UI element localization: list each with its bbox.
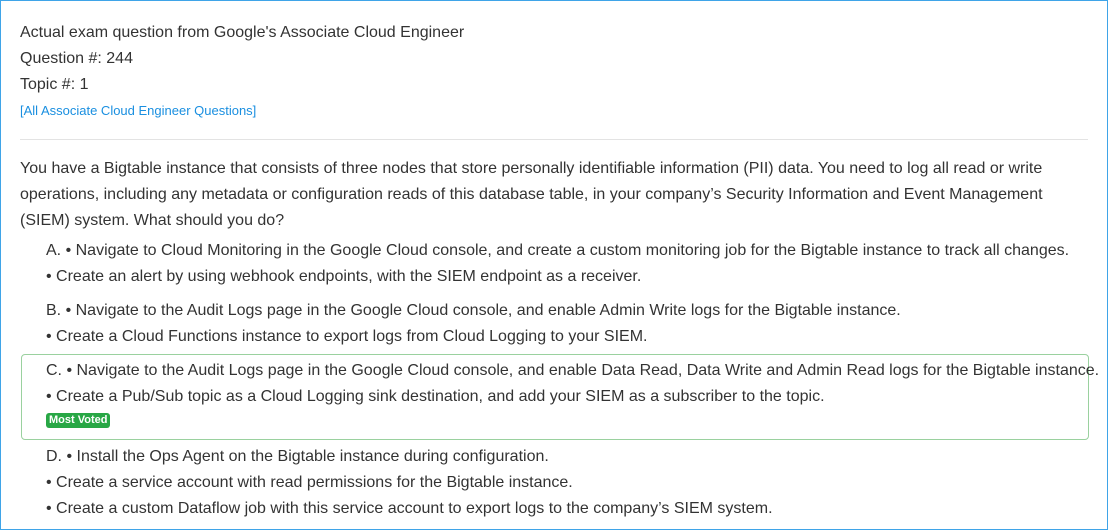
topic-number: Topic #: 1 [20, 76, 89, 93]
choice-b[interactable]: B. • Navigate to the Audit Logs page in … [21, 297, 1089, 351]
choice-d[interactable]: D. • Install the Ops Agent on the Bigtab… [21, 443, 1089, 523]
all-questions-link[interactable]: [All Associate Cloud Engineer Questions] [20, 98, 256, 124]
question-header: Actual exam question from Google's Assoc… [20, 20, 464, 124]
most-voted-badge: Most Voted [46, 413, 111, 428]
choice-b-line-1: B. • Navigate to the Audit Logs page in … [46, 302, 901, 319]
divider [20, 139, 1088, 140]
choice-b-line-2: • Create a Cloud Functions instance to e… [46, 328, 648, 345]
choice-a-line-1: A. • Navigate to Cloud Monitoring in the… [46, 242, 1070, 259]
choice-a-line-2: • Create an alert by using webhook endpo… [46, 268, 642, 285]
choice-c[interactable]: C. • Navigate to the Audit Logs page in … [21, 354, 1100, 440]
choice-d-line-1: D. • Install the Ops Agent on the Bigtab… [46, 448, 549, 465]
question-number: Question #: 244 [20, 50, 133, 67]
choice-a[interactable]: A. • Navigate to Cloud Monitoring in the… [21, 237, 1089, 291]
exam-title: Actual exam question from Google's Assoc… [20, 24, 465, 41]
choice-c-line-2: • Create a Pub/Sub topic as a Cloud Logg… [46, 388, 825, 405]
choice-d-line-2: • Create a service account with read per… [46, 474, 573, 491]
question-text: You have a Bigtable instance that consis… [20, 160, 1043, 229]
choice-d-line-3: • Create a custom Dataflow job with this… [46, 500, 773, 517]
choice-c-line-1: C. • Navigate to the Audit Logs page in … [46, 362, 1100, 379]
